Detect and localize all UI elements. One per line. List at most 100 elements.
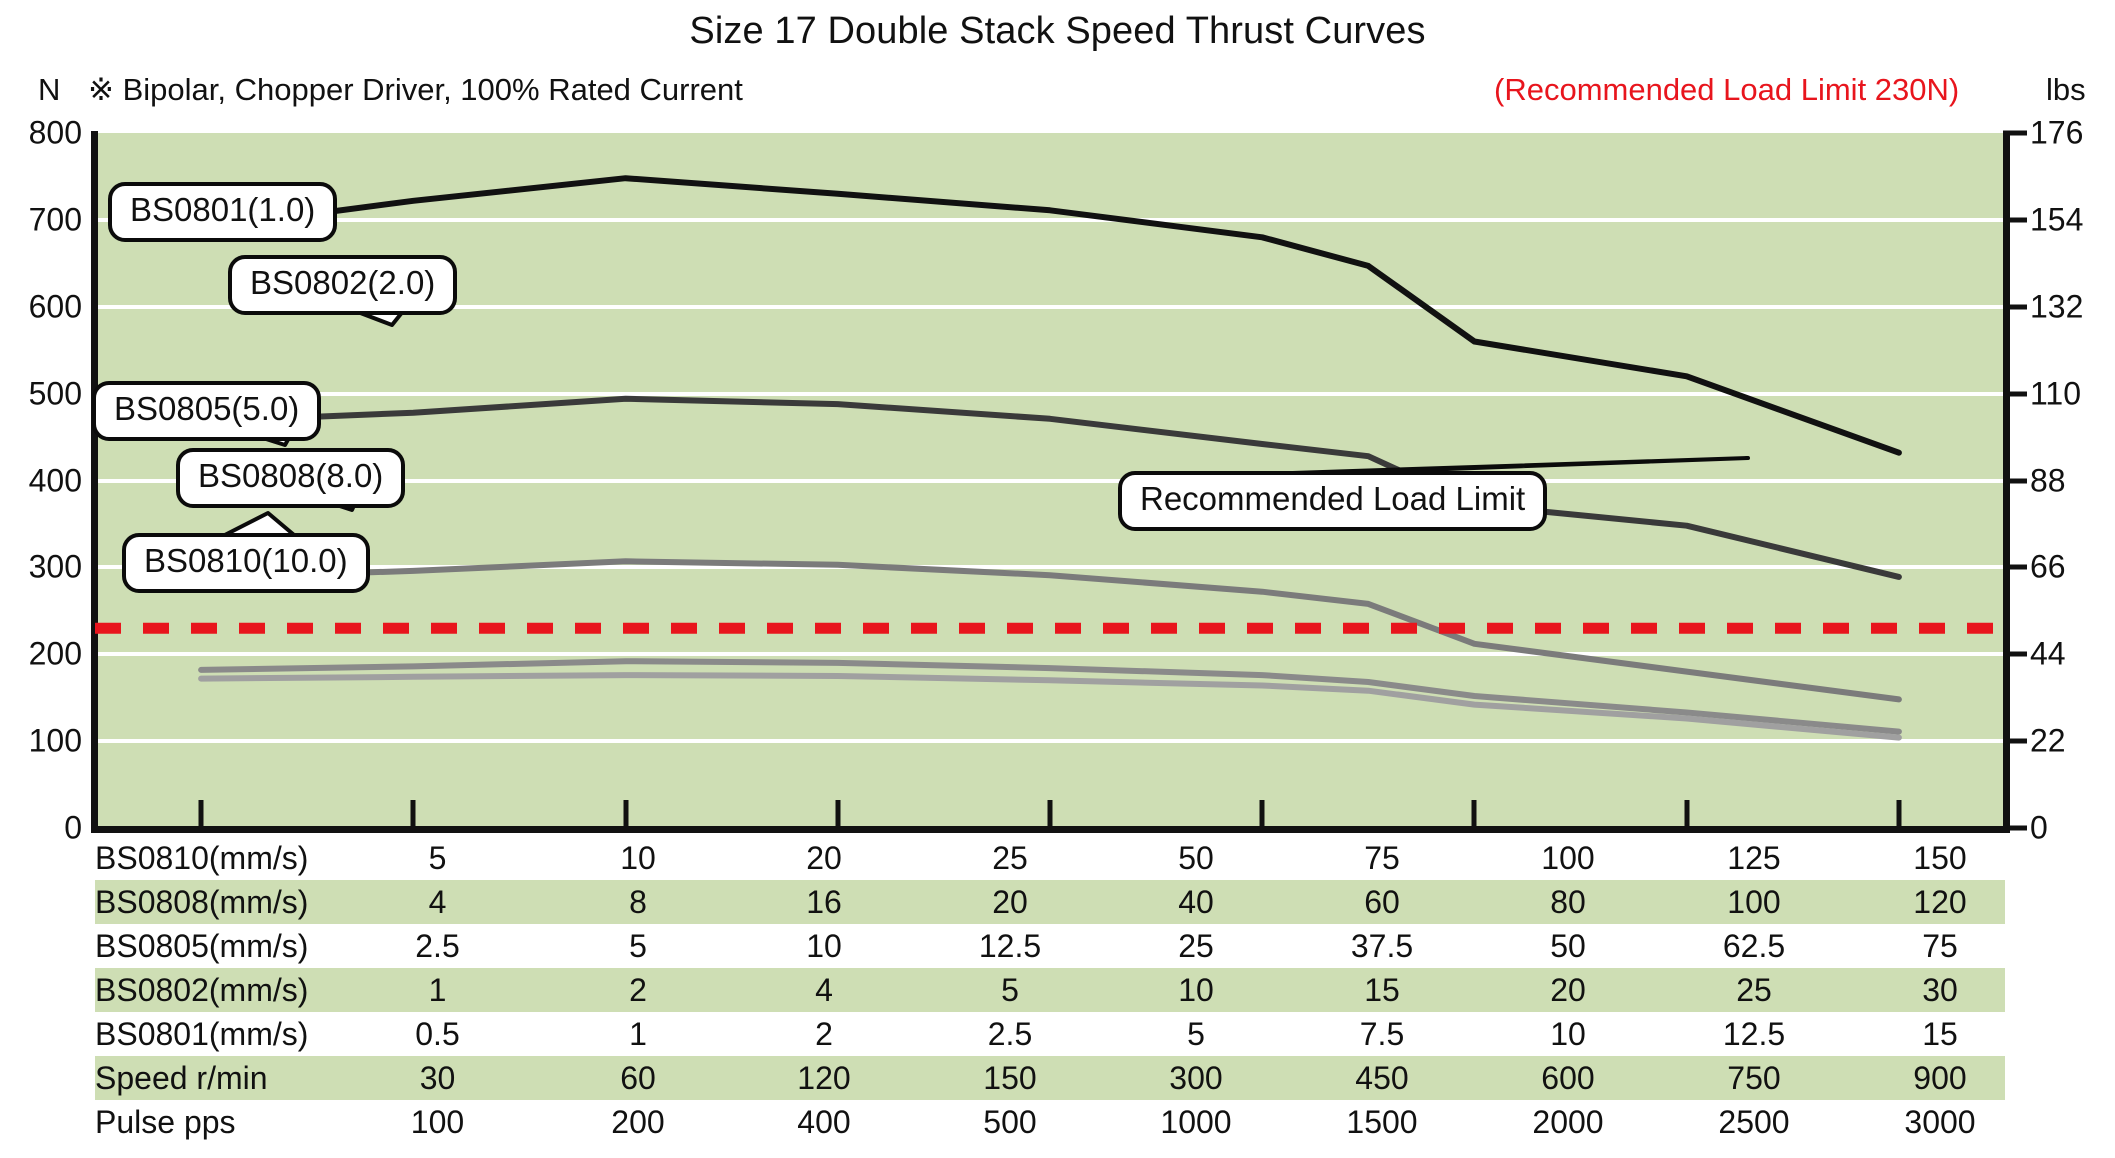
bottom-axis-line [91,826,2010,833]
y-axis-tick-label-right: 176 [2030,114,2084,151]
x-axis-tick-mark [623,800,629,826]
y-axis-tick-label-right: 22 [2030,722,2066,759]
table-row: Pulse pps 100 200 400 500 1000 1500 2000 2500 300… [0,1100,2115,1144]
table-row-label: BS0810(mm/s) [95,839,309,876]
y-axis-tick-label-left: 800 [28,114,82,151]
y-axis-tick-mark [2003,478,2027,483]
table-cell: 2500 [1718,1103,1790,1140]
table-row: BS0810(mm/s) 5 10 20 25 50 75 100 125 150 [0,836,2115,880]
table-cell: 120 [1913,883,1967,920]
table-cell: 900 [1913,1059,1967,1096]
gridline [95,217,2005,222]
table-row-label: Pulse pps [95,1103,236,1140]
table-cell: 500 [983,1103,1037,1140]
table-cell: 15 [1364,971,1400,1008]
callout-bs0802: BS0802(2.0) [228,255,458,315]
table-cell: 2.5 [987,1015,1033,1052]
table-cell: 4 [815,971,833,1008]
table-row: BS0808(mm/s) 4 8 16 20 40 60 80 100 120 [0,880,2115,924]
y-axis-tick-mark [2003,130,2027,136]
table-cell: 2000 [1532,1103,1604,1140]
table-row-label: BS0808(mm/s) [95,883,309,920]
table-cell: 60 [1364,883,1400,920]
table-row-label: BS0801(mm/s) [95,1015,309,1052]
table-cell: 100 [1727,883,1781,920]
callout-bs0810: BS0810(10.0) [122,533,370,593]
table-cell: 50 [1178,839,1214,876]
left-axis-unit-label: N [38,72,61,107]
recommended-load-limit-note: (Recommended Load Limit 230N) [1494,72,1960,107]
callout-recommended-load-limit: Recommended Load Limit [1118,471,1548,531]
table-cell: 50 [1550,927,1586,964]
y-axis-tick-label-left: 200 [28,635,82,672]
y-axis-tick-label-left: 500 [28,375,82,412]
y-axis-tick-label-left: 400 [28,462,82,498]
gridline [95,391,2005,396]
left-axis-line [91,131,98,833]
table-row-label: Speed r/min [95,1059,268,1096]
table-cell: 450 [1355,1059,1409,1096]
table-cell: 4 [428,883,447,920]
table-cell: 125 [1727,839,1781,876]
table-cell: 40 [1178,883,1214,920]
y-axis-tick-label-left: 300 [28,548,82,585]
table-cell: 100 [1541,839,1595,876]
table-cell: 10 [806,927,842,964]
table-cell: 200 [611,1103,665,1140]
table-cell: 5 [1187,1015,1205,1052]
y-axis-tick-label-right: 66 [2030,548,2066,585]
y-axis-tick-label-right: 154 [2030,201,2084,238]
table-cell: 750 [1727,1059,1781,1096]
table-cell: 30 [419,1059,456,1096]
y-axis-tick-label-right: 44 [2030,635,2066,672]
y-axis-tick-mark [2003,825,2027,831]
y-axis-tick-mark [2003,304,2027,310]
table-cell: 12.5 [978,927,1042,964]
y-axis-tick-label-left: 100 [28,722,82,759]
x-axis-tick-mark [1471,800,1477,826]
table-cell: 2.5 [415,927,460,964]
y-axis-tick-label-right: 110 [2030,375,2082,412]
table-cell: 7.5 [1359,1015,1405,1052]
table-cell: 30 [1922,971,1958,1008]
table-row: Speed r/min 30 60 120 150 300 450 600 750 900 [0,1056,2115,1100]
x-axis-tick-mark [410,800,416,826]
table-row: BS0802(mm/s) 1 2 4 5 10 15 20 25 30 [0,968,2115,1012]
table-cell: 2 [815,1015,833,1052]
x-axis-tick-mark [1047,800,1053,826]
table-cell: 25 [1736,971,1772,1008]
table-cell: 20 [992,883,1028,920]
y-axis-tick-mark [2003,651,2027,657]
table-row-label: BS0802(mm/s) [95,971,309,1008]
table-cell: 1 [629,1015,647,1052]
table-cell: 60 [620,1059,656,1096]
y-axis-tick-mark [2003,217,2027,223]
x-axis-tick-mark [198,800,204,826]
y-axis-tick-label-right: 132 [2030,288,2084,325]
table-cell: 80 [1550,883,1586,920]
table-row-label: BS0805(mm/s) [95,927,309,964]
table-cell: 300 [1169,1059,1223,1096]
table-cell: 20 [1550,971,1586,1008]
table-cell: 5 [1001,971,1019,1008]
y-axis-tick-mark [2003,391,2027,397]
table-cell: 5 [629,927,647,964]
table-cell: 25 [992,839,1028,876]
table-cell: 600 [1541,1059,1595,1096]
table-cell: 25 [1178,927,1214,964]
callout-bs0801: BS0801(1.0) [108,182,338,242]
gridline [95,565,2005,570]
table-row: BS0801(mm/s) 0.5 1 2 2.5 5 7.5 10 12.5 15 [0,1012,2115,1056]
right-axis-unit-label: lbs [2046,72,2086,107]
callout-bs0808: BS0808(8.0) [176,448,406,508]
speed-thrust-data-table: BS0810(mm/s) 5 10 20 25 50 75 100 125 150 BS0808(m… [0,836,2115,1144]
table-cell: 10 [1178,971,1214,1008]
gridline [95,739,2005,744]
table-cell: 20 [806,839,842,876]
y-axis-tick-label-left: 600 [28,288,82,325]
gridline [95,652,2005,657]
table-cell: 10 [1550,1015,1586,1052]
table-cell: 62.5 [1722,927,1786,964]
table-cell: 120 [797,1059,851,1096]
table-cell: 1 [428,971,447,1008]
